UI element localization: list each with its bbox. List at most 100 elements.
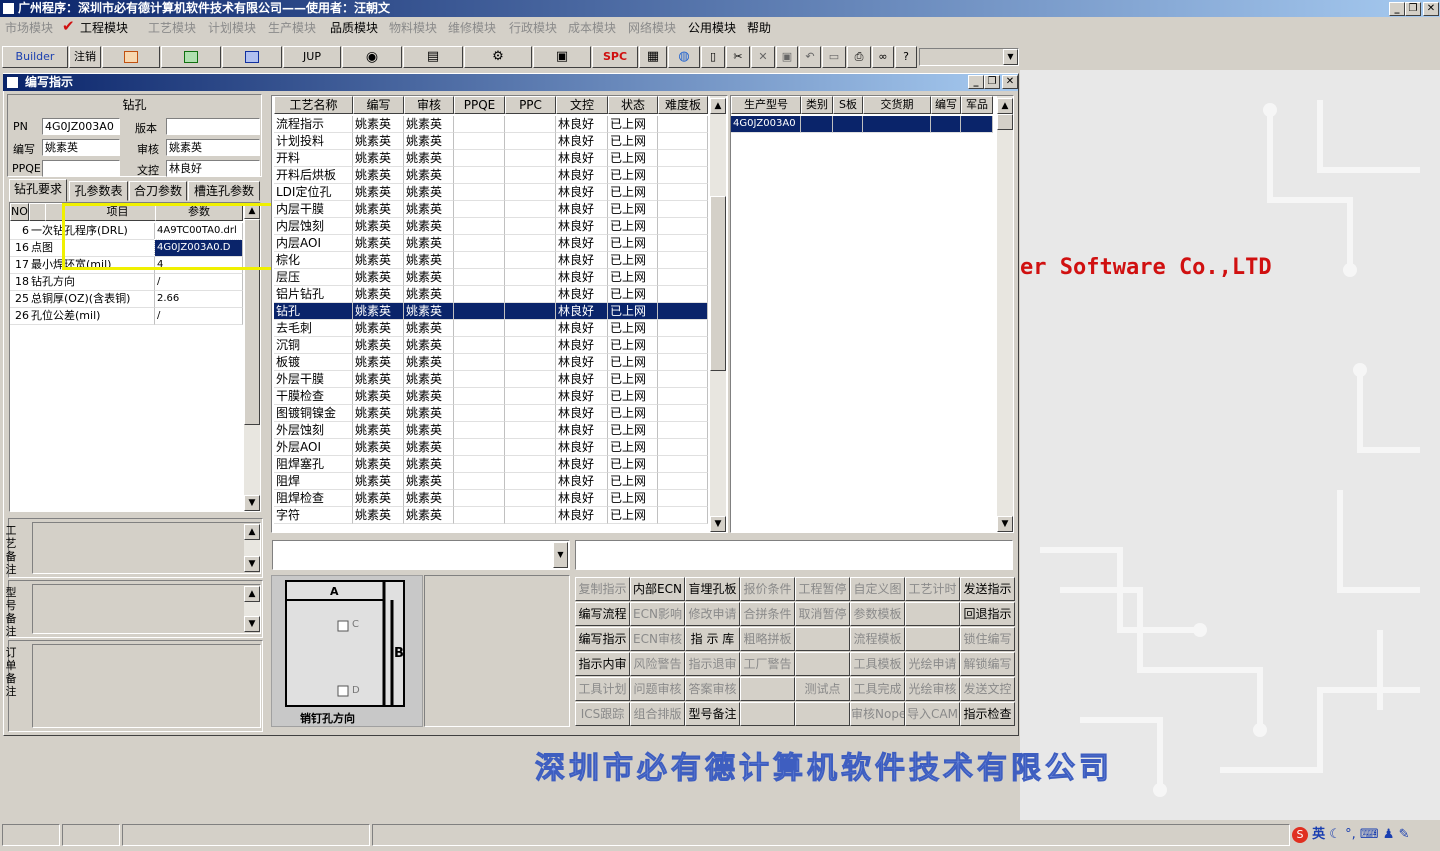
process-cell[interactable] <box>505 388 556 405</box>
process-cell[interactable] <box>454 320 505 337</box>
process-cell[interactable] <box>454 201 505 218</box>
model-cell[interactable] <box>931 116 961 133</box>
preview-button[interactable]: ▭ <box>822 46 846 68</box>
process-cell[interactable]: 姚素英 <box>353 354 404 371</box>
process-cell[interactable]: 姚素英 <box>404 133 454 150</box>
process-cell[interactable]: 已上网 <box>608 235 658 252</box>
ppt-button[interactable] <box>102 46 160 68</box>
process-cell[interactable]: 姚素英 <box>404 303 454 320</box>
action-button-0-2[interactable]: 盲埋孔板 <box>685 577 740 601</box>
process-cell[interactable] <box>658 422 708 439</box>
action-button-5-5[interactable]: 审核Nope <box>850 702 905 726</box>
menu-item-6[interactable]: 物料模块 <box>389 19 437 36</box>
process-cell[interactable] <box>505 167 556 184</box>
process-cell[interactable]: 林良好 <box>556 286 608 303</box>
process-cell[interactable]: 姚素英 <box>404 269 454 286</box>
process-cell[interactable]: 林良好 <box>556 337 608 354</box>
process-cell[interactable]: 去毛刺 <box>274 320 353 337</box>
menu-item-2[interactable]: 工艺模块 <box>148 19 196 36</box>
field-value[interactable]: 姚素英 <box>166 139 260 156</box>
process-cell[interactable]: 干膜检查 <box>274 388 353 405</box>
process-cell[interactable]: 姚素英 <box>353 473 404 490</box>
process-cell[interactable]: 林良好 <box>556 218 608 235</box>
process-cell[interactable] <box>658 252 708 269</box>
process-cell[interactable]: 姚素英 <box>353 167 404 184</box>
process-cell[interactable] <box>454 286 505 303</box>
sogou-icon[interactable]: S <box>1292 827 1308 843</box>
process-cell[interactable]: 姚素英 <box>353 456 404 473</box>
process-cell[interactable] <box>658 286 708 303</box>
process-cell[interactable] <box>505 473 556 490</box>
process-cell[interactable]: 姚素英 <box>353 388 404 405</box>
process-cell[interactable]: 林良好 <box>556 405 608 422</box>
menu-item-1[interactable]: 工程模块 <box>80 19 128 36</box>
scroll-down-icon[interactable]: ▼ <box>710 516 726 532</box>
process-cell[interactable]: 外层蚀刻 <box>274 422 353 439</box>
process-cell[interactable]: 阻焊 <box>274 473 353 490</box>
globe-button[interactable]: ◍ <box>668 46 700 68</box>
process-cell[interactable]: 林良好 <box>556 456 608 473</box>
process-header[interactable]: 文控 <box>556 96 608 114</box>
action-button-0-3[interactable]: 报价条件 <box>740 577 795 601</box>
process-cell[interactable]: 层压 <box>274 269 353 286</box>
action-button-1-3[interactable]: 合拼条件 <box>740 602 795 626</box>
process-cell[interactable]: 姚素英 <box>404 405 454 422</box>
process-cell[interactable] <box>454 439 505 456</box>
process-cell[interactable]: 已上网 <box>608 167 658 184</box>
process-cell[interactable] <box>454 218 505 235</box>
action-button-2-1[interactable]: ECN审核 <box>630 627 685 651</box>
process-cell[interactable]: 开料后烘板 <box>274 167 353 184</box>
field-value[interactable]: 4G0JZ003A0 <box>42 118 120 135</box>
eye-button[interactable]: ◉ <box>342 46 402 68</box>
database-button[interactable]: ▤ <box>403 46 463 68</box>
punctuation-icon[interactable]: °, <box>1345 827 1356 842</box>
process-cell[interactable] <box>658 354 708 371</box>
param-item[interactable]: 孔位公差(mil) <box>29 308 155 325</box>
menu-item-7[interactable]: 维修模块 <box>448 19 496 36</box>
model-header[interactable]: 生产型号 <box>731 96 801 114</box>
ime-language[interactable]: 英 <box>1312 827 1325 842</box>
builder-button[interactable]: Builder <box>2 46 68 68</box>
process-cell[interactable]: 已上网 <box>608 116 658 133</box>
process-cell[interactable]: 林良好 <box>556 184 608 201</box>
action-button-2-7[interactable]: 锁住编写 <box>960 627 1015 651</box>
tab-3[interactable]: 槽连孔参数 <box>188 181 260 201</box>
binoculars-button[interactable]: ∞ <box>872 46 894 68</box>
process-cell[interactable]: 姚素英 <box>404 286 454 303</box>
toolbar-combo[interactable]: ▼ <box>919 48 1019 66</box>
process-cell[interactable]: 已上网 <box>608 184 658 201</box>
model-cell[interactable] <box>801 116 833 133</box>
process-cell[interactable] <box>454 269 505 286</box>
model-header[interactable]: 交货期 <box>863 96 931 114</box>
menu-item-5[interactable]: 品质模块 <box>330 19 378 36</box>
model-header[interactable]: 类别 <box>801 96 833 114</box>
param-header[interactable]: NO <box>10 203 29 221</box>
menu-item-4[interactable]: 生产模块 <box>268 19 316 36</box>
action-button-3-0[interactable]: 指示内审 <box>575 652 630 676</box>
scroll-down-icon[interactable]: ▼ <box>244 495 260 511</box>
menu-item-9[interactable]: 成本模块 <box>568 19 616 36</box>
network-button[interactable]: ⚙ <box>464 46 532 68</box>
process-cell[interactable] <box>454 405 505 422</box>
menu-item-10[interactable]: 网络模块 <box>628 19 676 36</box>
remark-text[interactable] <box>32 584 261 634</box>
tab-0[interactable]: 钻孔要求 <box>9 179 67 202</box>
process-cell[interactable] <box>505 286 556 303</box>
process-cell[interactable] <box>454 252 505 269</box>
scroll-up-icon[interactable]: ▲ <box>710 98 726 114</box>
process-cell[interactable]: 林良好 <box>556 269 608 286</box>
process-cell[interactable]: 林良好 <box>556 490 608 507</box>
process-cell[interactable]: 姚素英 <box>353 303 404 320</box>
menu-item-0[interactable]: 市场模块 <box>5 19 53 36</box>
process-cell[interactable]: 姚素英 <box>404 354 454 371</box>
user-icon[interactable]: ♟ <box>1383 827 1395 842</box>
process-cell[interactable]: 姚素英 <box>353 235 404 252</box>
action-button-3-1[interactable]: 风险警告 <box>630 652 685 676</box>
process-cell[interactable]: 姚素英 <box>404 473 454 490</box>
process-cell[interactable]: 姚素英 <box>404 201 454 218</box>
undo-button[interactable]: ↶ <box>799 46 821 68</box>
spc-button[interactable]: SPC <box>592 46 638 68</box>
process-cell[interactable]: 林良好 <box>556 507 608 524</box>
process-cell[interactable]: 字符 <box>274 507 353 524</box>
process-cell[interactable]: 林良好 <box>556 320 608 337</box>
